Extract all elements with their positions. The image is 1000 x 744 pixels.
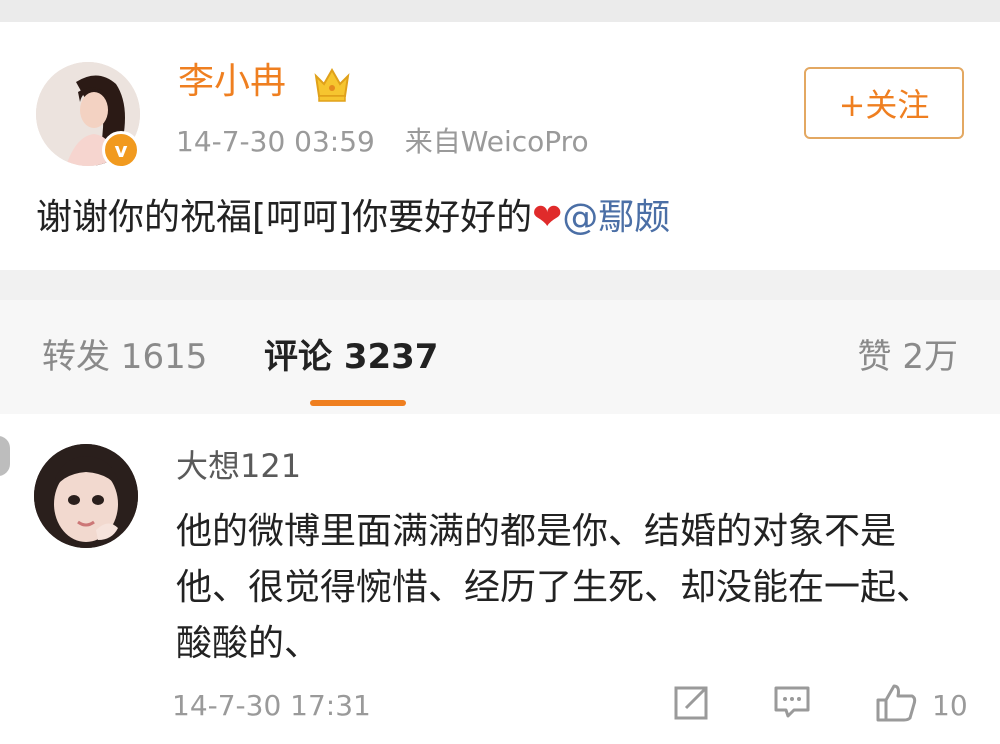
- commenter-name[interactable]: 大想121: [176, 450, 301, 482]
- verified-badge: v: [102, 131, 140, 169]
- comment-timestamp: 14-7-30 17:31: [172, 689, 371, 722]
- scroll-indicator: [0, 436, 10, 476]
- weibo-post-card: v 李小冉 14-7-30 03:59 来自WeicoPro +关注 谢谢你的祝…: [0, 0, 1000, 270]
- post-body-text: 谢谢你的祝福[呵呵]你要好好的: [36, 197, 533, 238]
- post-author-name[interactable]: 李小冉: [178, 64, 286, 100]
- post-source: 来自WeicoPro: [404, 125, 589, 158]
- share-icon[interactable]: [672, 682, 712, 722]
- interaction-tabs: 转发 1615 评论 3237 赞 2万: [0, 300, 1000, 414]
- post-text: 谢谢你的祝福[呵呵]你要好好的❤@鄢颇: [36, 200, 670, 236]
- post-timestamp: 14-7-30 03:59: [176, 125, 375, 158]
- crown-icon: [314, 67, 350, 102]
- reply-icon[interactable]: [772, 682, 812, 722]
- post-meta: 14-7-30 03:59 来自WeicoPro: [176, 128, 589, 156]
- tab-like[interactable]: 赞 2万: [858, 340, 958, 374]
- tab-repost[interactable]: 转发 1615: [42, 340, 207, 374]
- commenter-avatar[interactable]: [34, 444, 138, 548]
- heart-emoji-icon: ❤: [532, 197, 563, 238]
- comment-like-count: 10: [932, 689, 968, 722]
- follow-button[interactable]: +关注: [804, 67, 964, 139]
- section-gap: [0, 270, 1000, 300]
- active-tab-indicator: [310, 400, 406, 406]
- comment-item: 大想121 他的微博里面满满的都是你、结婚的对象不是他、很觉得惋惜、经历了生死、…: [0, 414, 1000, 744]
- thumbs-up-icon[interactable]: [874, 682, 918, 724]
- mention-link[interactable]: @鄢颇: [562, 197, 670, 238]
- tab-comment[interactable]: 评论 3237: [264, 340, 438, 374]
- comment-text: 他的微博里面满满的都是你、结婚的对象不是他、很觉得惋惜、经历了生死、却没能在一起…: [176, 511, 933, 664]
